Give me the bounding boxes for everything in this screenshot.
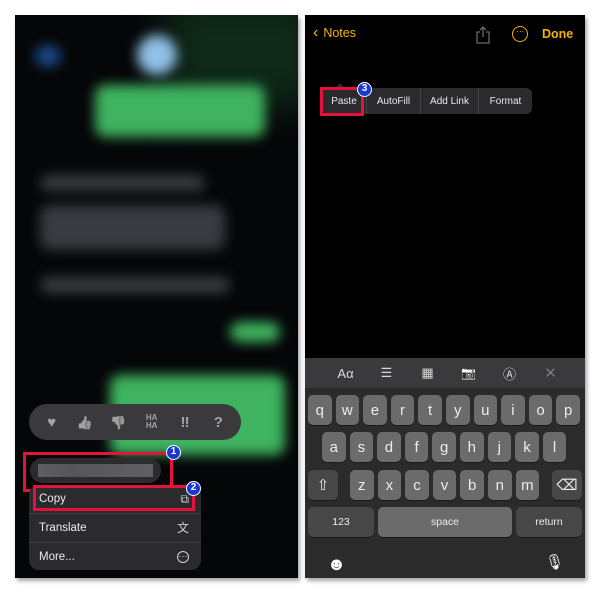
done-button[interactable]: Done xyxy=(542,27,573,41)
key-g[interactable]: g xyxy=(432,432,456,462)
table-icon[interactable]: ▦ xyxy=(417,365,439,381)
key-p[interactable]: p xyxy=(556,395,580,425)
key-o[interactable]: o xyxy=(528,395,553,425)
navigation-bar: ‹ Notes ··· Done xyxy=(305,15,585,55)
message-bubble-sent xyxy=(230,322,280,342)
key-q[interactable]: q xyxy=(308,395,332,425)
heart-icon[interactable]: ♥ xyxy=(41,415,63,430)
microphone-icon[interactable]: 🎙 xyxy=(545,553,564,571)
key-u[interactable]: u xyxy=(473,395,498,425)
translate-icon: 文 xyxy=(176,521,189,535)
space-key[interactable]: space xyxy=(378,507,512,537)
key-n[interactable]: n xyxy=(488,470,512,500)
more-options-icon[interactable]: ··· xyxy=(512,26,528,42)
back-label: Notes xyxy=(323,26,356,40)
key-w[interactable]: w xyxy=(335,395,360,425)
key-e[interactable]: e xyxy=(363,395,387,425)
markup-icon[interactable]: Ⓐ xyxy=(499,364,521,383)
numbers-key[interactable]: 123 xyxy=(308,507,374,537)
menu-item-autofill[interactable]: AutoFill xyxy=(366,88,420,114)
thumbs-down-icon[interactable]: 👎 xyxy=(107,416,129,429)
key-x[interactable]: x xyxy=(377,470,402,500)
key-a[interactable]: a xyxy=(322,432,346,462)
camera-icon[interactable]: 📷 xyxy=(458,366,480,380)
key-b[interactable]: b xyxy=(460,470,484,500)
menu-item-add-link[interactable]: Add Link xyxy=(420,88,478,114)
menu-item-label: More... xyxy=(39,550,75,563)
question-icon[interactable]: ? xyxy=(207,415,229,430)
key-m[interactable]: m xyxy=(515,470,540,500)
key-f[interactable]: f xyxy=(404,432,429,462)
message-bubble-received xyxy=(40,175,205,191)
key-j[interactable]: j xyxy=(487,432,512,462)
messages-panel: ♥ 👍 👎 HA HA ‼ ? 1 Copy ⧉ Translate 文 More… xyxy=(15,15,298,578)
message-bubble-sent xyxy=(95,85,265,137)
key-r[interactable]: r xyxy=(390,395,415,425)
key-l[interactable]: l xyxy=(542,432,567,462)
key-k[interactable]: k xyxy=(515,432,539,462)
keyboard: Aα ☰ ▦ 📷 Ⓐ ✕ q w e r t y u i o p a s d f g h j k l ⇧ z x c v b n m… xyxy=(305,358,585,578)
key-v[interactable]: v xyxy=(432,470,457,500)
message-bubble-received xyxy=(40,205,225,250)
back-button-blurred xyxy=(35,45,61,67)
thumbs-up-icon[interactable]: 👍 xyxy=(74,416,96,429)
key-h[interactable]: h xyxy=(460,432,484,462)
key-s[interactable]: s xyxy=(349,432,374,462)
keyboard-toolbar: Aα ☰ ▦ 📷 Ⓐ ✕ xyxy=(305,358,585,388)
key-y[interactable]: y xyxy=(446,395,470,425)
menu-item-translate[interactable]: Translate 文 xyxy=(29,513,201,541)
key-i[interactable]: i xyxy=(501,395,525,425)
emoji-icon[interactable]: ☻ xyxy=(327,554,346,575)
haha-icon[interactable]: HA HA xyxy=(141,414,163,430)
share-icon[interactable] xyxy=(475,25,491,45)
text-format-icon[interactable]: Aα xyxy=(335,366,357,381)
step-3-badge: 3 xyxy=(357,82,372,97)
back-button[interactable]: ‹ Notes xyxy=(313,24,356,41)
step-1-badge: 1 xyxy=(166,445,181,460)
message-bubble-received xyxy=(40,277,230,293)
key-d[interactable]: d xyxy=(377,432,401,462)
shift-key[interactable]: ⇧ xyxy=(308,470,338,500)
contact-avatar-blurred xyxy=(137,35,177,75)
step-2-highlight xyxy=(33,485,195,511)
menu-item-label: Translate xyxy=(39,521,87,534)
key-z[interactable]: z xyxy=(350,470,374,500)
menu-item-more[interactable]: More... ⋯ xyxy=(29,542,201,570)
close-icon[interactable]: ✕ xyxy=(540,364,562,382)
delete-key[interactable]: ⌫ xyxy=(552,470,582,500)
tapback-bar: ♥ 👍 👎 HA HA ‼ ? xyxy=(29,404,241,440)
checklist-icon[interactable]: ☰ xyxy=(376,365,398,381)
more-icon: ⋯ xyxy=(177,550,189,563)
key-c[interactable]: c xyxy=(405,470,429,500)
menu-item-format[interactable]: Format xyxy=(478,88,532,114)
notes-panel: ‹ Notes ··· Done Paste AutoFill Add Link… xyxy=(305,15,585,578)
return-key[interactable]: return xyxy=(516,507,582,537)
key-t[interactable]: t xyxy=(418,395,442,425)
exclamation-icon[interactable]: ‼ xyxy=(174,415,196,430)
chevron-left-icon: ‹ xyxy=(313,24,319,41)
step-2-badge: 2 xyxy=(186,481,201,496)
